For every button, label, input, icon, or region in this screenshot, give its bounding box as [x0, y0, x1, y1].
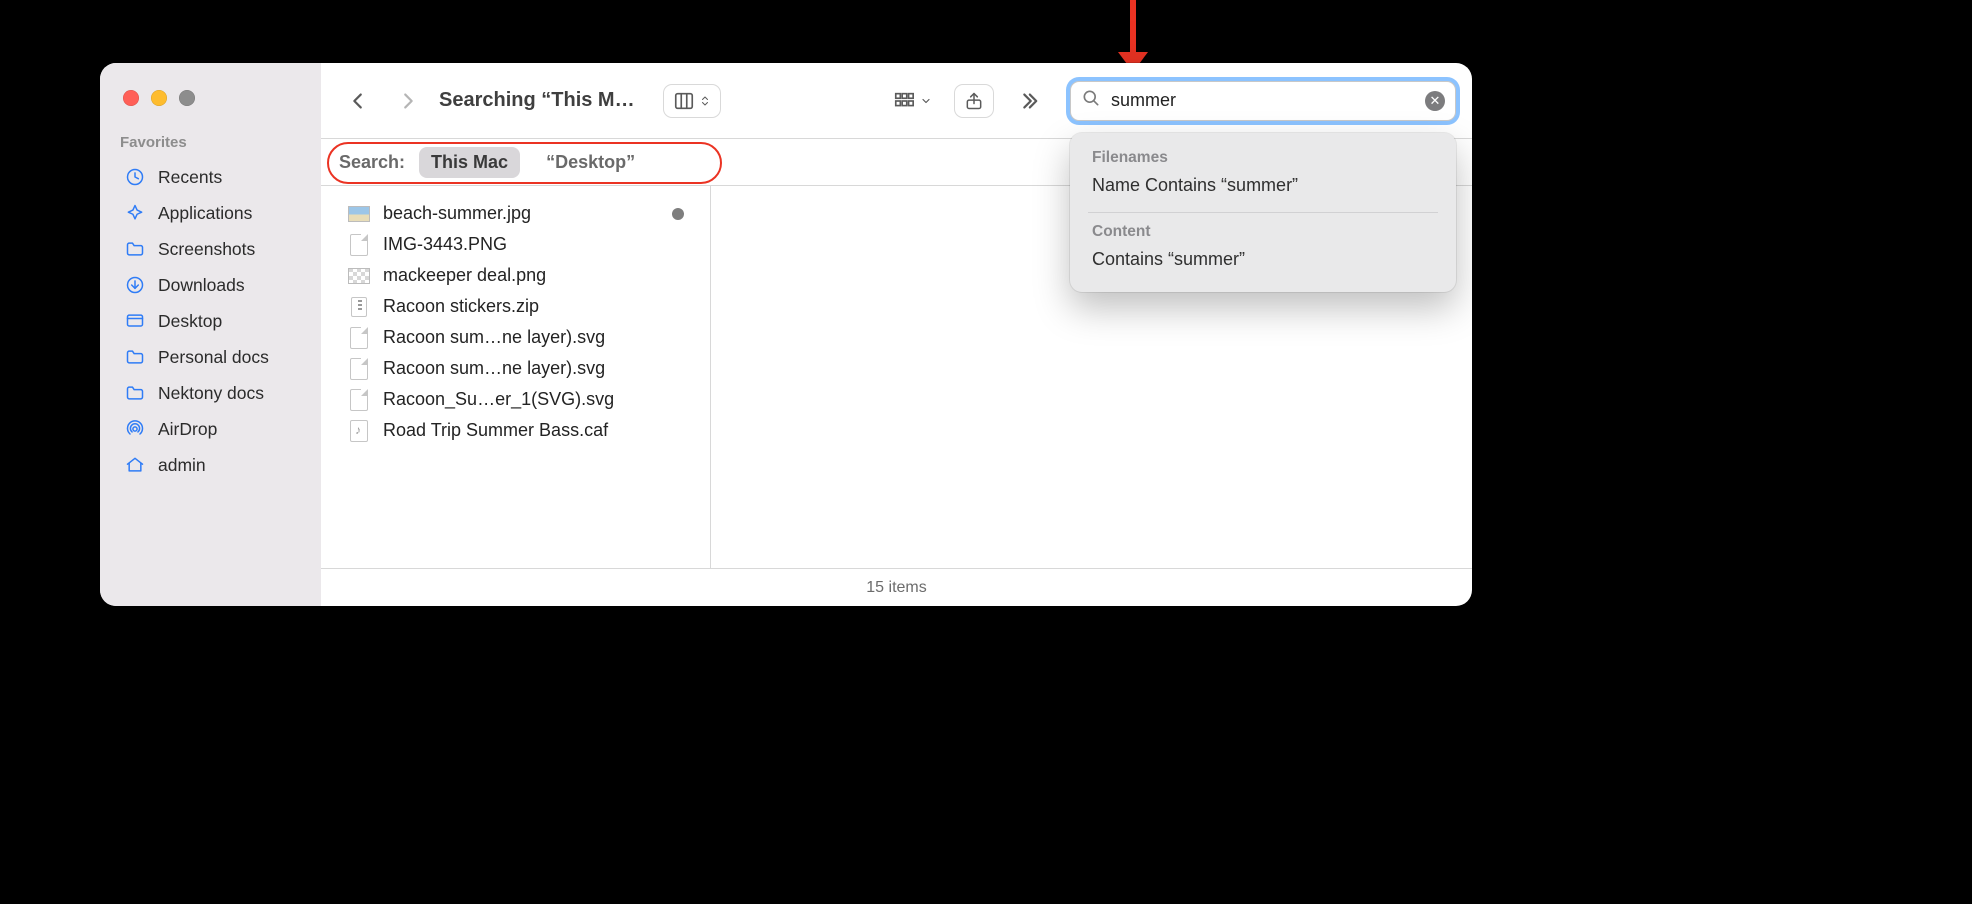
archive-icon: [351, 297, 367, 317]
tag-dot-icon: [672, 208, 684, 220]
result-filename: Racoon sum…ne layer).svg: [383, 327, 605, 348]
close-window-button[interactable]: [123, 90, 139, 106]
sidebar-item-nektony[interactable]: Nektony docs: [100, 375, 321, 411]
sidebar-item-label: Screenshots: [158, 239, 255, 260]
window-controls: [100, 90, 321, 106]
search-suggestions: Filenames Name Contains “summer” Content…: [1070, 133, 1456, 292]
sidebar-item-recents[interactable]: Recents: [100, 159, 321, 195]
status-bar: 15 items: [321, 568, 1472, 606]
result-filename: IMG-3443.PNG: [383, 234, 507, 255]
sidebar: Favorites Recents Applications Screenshots…: [100, 63, 321, 606]
result-filename: Road Trip Summer Bass.caf: [383, 420, 608, 441]
finder-window: Favorites Recents Applications Screenshots…: [100, 63, 1472, 606]
zoom-window-button[interactable]: [179, 90, 195, 106]
folder-icon: [124, 382, 146, 404]
view-mode-button[interactable]: [663, 84, 721, 118]
result-filename: Racoon_Su…er_1(SVG).svg: [383, 389, 614, 410]
group-by-button[interactable]: [884, 84, 940, 118]
result-row[interactable]: Racoon_Su…er_1(SVG).svg: [321, 384, 710, 415]
sidebar-item-label: Applications: [158, 203, 252, 224]
scope-label: Search:: [339, 152, 405, 173]
search-input[interactable]: [1109, 89, 1417, 112]
sidebar-item-personal[interactable]: Personal docs: [100, 339, 321, 375]
scope-this-mac[interactable]: This Mac: [419, 147, 520, 178]
download-icon: [124, 274, 146, 296]
result-row[interactable]: Racoon sum…ne layer).svg: [321, 322, 710, 353]
result-row[interactable]: mackeeper deal.png: [321, 260, 710, 291]
search-field[interactable]: ✕: [1070, 81, 1456, 121]
forward-button[interactable]: [391, 84, 425, 118]
sidebar-item-label: Desktop: [158, 311, 222, 332]
sidebar-item-label: AirDrop: [158, 419, 217, 440]
share-button[interactable]: [954, 84, 994, 118]
results-column: beach-summer.jpg IMG-3443.PNG mackeeper de…: [321, 186, 711, 568]
sidebar-item-label: Downloads: [158, 275, 245, 296]
main-content: Searching “This M…: [321, 63, 1472, 606]
sidebar-item-desktop[interactable]: Desktop: [100, 303, 321, 339]
search-icon: [1081, 88, 1101, 113]
home-icon: [124, 454, 146, 476]
sidebar-section-header: Favorites: [100, 134, 321, 159]
toolbar-overflow-button[interactable]: [1008, 84, 1048, 118]
image-icon: [348, 206, 370, 222]
suggestion-item[interactable]: Contains “summer”: [1092, 245, 1434, 280]
result-filename: Racoon sum…ne layer).svg: [383, 358, 605, 379]
search-container: ✕ Filenames Name Contains “summer” Conte…: [1070, 81, 1456, 121]
suggestion-section-header: Filenames: [1092, 149, 1434, 167]
sidebar-item-admin[interactable]: admin: [100, 447, 321, 483]
sidebar-item-screenshots[interactable]: Screenshots: [100, 231, 321, 267]
result-filename: beach-summer.jpg: [383, 203, 531, 224]
divider: [1088, 212, 1438, 213]
minimize-window-button[interactable]: [151, 90, 167, 106]
result-row[interactable]: beach-summer.jpg: [321, 198, 710, 229]
result-row[interactable]: Road Trip Summer Bass.caf: [321, 415, 710, 446]
result-filename: Racoon stickers.zip: [383, 296, 539, 317]
audio-icon: [350, 420, 368, 442]
item-count: 15 items: [866, 579, 926, 597]
clock-icon: [124, 166, 146, 188]
image-icon: [348, 268, 370, 284]
airdrop-icon: [124, 418, 146, 440]
folder-icon: [124, 238, 146, 260]
sidebar-item-label: Recents: [158, 167, 222, 188]
toolbar: Searching “This M…: [321, 63, 1472, 138]
folder-icon: [124, 346, 146, 368]
clear-search-button[interactable]: ✕: [1425, 91, 1445, 111]
sidebar-item-downloads[interactable]: Downloads: [100, 267, 321, 303]
suggestion-item[interactable]: Name Contains “summer”: [1092, 171, 1434, 206]
back-button[interactable]: [341, 84, 375, 118]
result-row[interactable]: IMG-3443.PNG: [321, 229, 710, 260]
sidebar-item-applications[interactable]: Applications: [100, 195, 321, 231]
annotation-arrow: [1127, 0, 1139, 70]
sidebar-item-label: admin: [158, 455, 206, 476]
suggestion-section-header: Content: [1092, 223, 1434, 241]
file-icon: [350, 327, 368, 349]
sidebar-item-label: Personal docs: [158, 347, 269, 368]
file-icon: [350, 358, 368, 380]
desktop-icon: [124, 310, 146, 332]
window-title: Searching “This M…: [439, 89, 635, 112]
apps-icon: [124, 202, 146, 224]
file-icon: [350, 389, 368, 411]
sidebar-item-label: Nektony docs: [158, 383, 264, 404]
result-row[interactable]: Racoon stickers.zip: [321, 291, 710, 322]
result-row[interactable]: Racoon sum…ne layer).svg: [321, 353, 710, 384]
scope-desktop[interactable]: “Desktop”: [534, 147, 647, 178]
file-icon: [350, 234, 368, 256]
sidebar-item-airdrop[interactable]: AirDrop: [100, 411, 321, 447]
result-filename: mackeeper deal.png: [383, 265, 546, 286]
